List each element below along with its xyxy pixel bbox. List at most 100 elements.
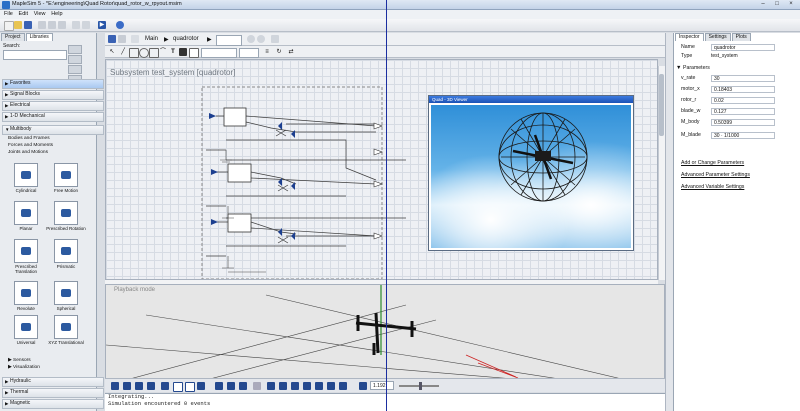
sub-visualization[interactable]: ▶ Visualization [8, 365, 40, 371]
tab-libraries[interactable]: Libraries [25, 33, 53, 41]
category-electrical[interactable]: ▶ Electrical [2, 101, 104, 111]
go-to-start-icon[interactable] [267, 382, 275, 390]
up-level-icon[interactable] [131, 35, 139, 43]
component-universal[interactable]: Universal [6, 315, 46, 345]
menu-edit[interactable]: Edit [19, 10, 28, 19]
breadcrumb-quadrotor[interactable]: quadrotor [173, 36, 199, 42]
loop-icon[interactable] [339, 382, 347, 390]
component-spherical[interactable]: Spherical [46, 281, 86, 311]
component-revolute[interactable]: Revolute [6, 281, 46, 311]
breadcrumb-main[interactable]: Main [145, 36, 158, 42]
search-input[interactable] [3, 50, 67, 60]
line-color-icon[interactable] [179, 48, 187, 56]
param-field[interactable]: 30 [711, 75, 775, 82]
component-xyz-translational[interactable]: XYZ Translational [46, 315, 86, 345]
open-icon[interactable] [14, 21, 22, 29]
input-port-2[interactable] [211, 169, 218, 175]
search-button[interactable] [68, 45, 82, 54]
output-port-3[interactable] [373, 180, 383, 188]
help-icon[interactable] [116, 21, 124, 29]
undo-icon[interactable] [72, 21, 80, 29]
param-field[interactable]: 0.127 [711, 108, 775, 115]
motor-block-1[interactable] [223, 107, 247, 127]
component-prismatic[interactable]: Prismatic [46, 239, 86, 269]
line-tool-icon[interactable]: ╱ [119, 48, 127, 56]
add-change-parameters-link[interactable]: Add or Change Parameters [681, 160, 744, 166]
subsystem-dropdown[interactable] [216, 35, 242, 46]
output-port-4[interactable] [373, 232, 383, 240]
input-port-3[interactable] [211, 219, 218, 225]
param-field[interactable]: 30 · 1/1000 [711, 132, 775, 139]
category-multibody[interactable]: ▼ Multibody [2, 125, 104, 135]
tab-project[interactable]: Project [1, 33, 25, 41]
motor-block-3[interactable] [227, 213, 252, 233]
paste-icon[interactable] [58, 21, 66, 29]
component-cylindrical[interactable]: Cylindrical [6, 163, 46, 193]
advanced-parameter-settings-link[interactable]: Advanced Parameter Settings [681, 172, 750, 178]
axes-toggle-icon[interactable] [185, 382, 195, 392]
advanced-variable-settings-link[interactable]: Advanced Variable Settings [681, 184, 744, 190]
speed-icon[interactable] [359, 382, 367, 390]
category-favorites[interactable]: ▶ Favorites [2, 79, 104, 89]
param-field[interactable]: 0.50399 [711, 119, 775, 126]
line-style-dropdown[interactable] [201, 48, 237, 58]
go-to-end-icon[interactable] [327, 382, 335, 390]
model-diagram-canvas[interactable]: Subsystem test_system [quadrotor] Quad -… [105, 59, 658, 280]
playback-3d-view[interactable]: Playback mode [105, 284, 665, 379]
measure-icon[interactable] [227, 382, 235, 390]
sub-forces-moments[interactable]: Forces and Moments [8, 143, 53, 149]
step-back-icon[interactable] [279, 382, 287, 390]
camera-icon[interactable] [111, 382, 119, 390]
ellipse-tool-icon[interactable] [139, 48, 149, 58]
tab-plots[interactable]: Plots [731, 33, 751, 41]
cut-icon[interactable] [38, 21, 46, 29]
view-icon[interactable] [123, 382, 131, 390]
rect-tool-icon[interactable] [129, 48, 139, 58]
component-free-motion[interactable]: Free Motion [46, 163, 86, 193]
parameters-header[interactable]: ▼ Parameters [676, 64, 796, 73]
filter-button[interactable] [68, 55, 82, 64]
select-tool-icon[interactable] [215, 382, 223, 390]
category-1d-mechanical[interactable]: ▶ 1-D Mechanical [2, 112, 104, 122]
tab-inspector[interactable]: Inspector [675, 33, 704, 41]
zoom-icon[interactable] [161, 382, 169, 390]
category-signal-blocks[interactable]: ▶ Signal Blocks [2, 90, 104, 100]
category-magnetic[interactable]: ▶ Magnetic [2, 399, 104, 409]
play-icon[interactable] [291, 382, 299, 390]
align-icon[interactable]: ≡ [263, 48, 271, 56]
polygon-tool-icon[interactable] [149, 48, 159, 58]
quad-3d-viewer[interactable]: Quad - 3D Viewer [428, 95, 634, 251]
maximize-icon[interactable]: □ [770, 0, 784, 9]
category-hydraulic[interactable]: ▶ Hydraulic [2, 377, 104, 387]
pointer-icon[interactable]: ↖ [108, 48, 116, 56]
sub-sensors[interactable]: ▶ Sensors [8, 358, 31, 364]
component-prescribed-translation[interactable]: Prescribed Translation [6, 239, 46, 274]
diagram-scroll-thumb[interactable] [659, 74, 664, 136]
fit-view-icon[interactable] [197, 382, 205, 390]
rotate-icon[interactable]: ↻ [275, 48, 283, 56]
pan-icon[interactable] [147, 382, 155, 390]
expand-button[interactable] [68, 65, 82, 74]
name-field[interactable]: quadrotor [711, 44, 775, 51]
save-icon[interactable] [24, 21, 32, 29]
menu-file[interactable]: File [4, 10, 13, 19]
arc-tool-icon[interactable]: ⌒ [159, 48, 167, 56]
home-icon[interactable] [271, 35, 279, 43]
param-field[interactable]: 0.02 [711, 97, 775, 104]
back-icon[interactable] [247, 35, 255, 43]
menu-help[interactable]: Help [51, 10, 62, 19]
sub-bodies-frames[interactable]: Bodies and Frames [8, 136, 50, 142]
pause-icon[interactable] [303, 382, 311, 390]
sub-joints-motions[interactable]: Joints and Motions [8, 150, 48, 156]
text-view-icon[interactable] [118, 35, 126, 43]
input-port-1[interactable] [209, 113, 216, 119]
record-icon[interactable] [253, 382, 261, 390]
grid-view-icon[interactable] [108, 35, 116, 43]
copy-icon[interactable] [48, 21, 56, 29]
orbit-icon[interactable] [135, 382, 143, 390]
motor-block-2[interactable] [227, 163, 252, 183]
output-port-2[interactable] [373, 148, 383, 156]
grid-toggle-icon[interactable] [173, 382, 183, 392]
close-icon[interactable]: × [784, 0, 798, 9]
param-field[interactable]: 0.18403 [711, 86, 775, 93]
